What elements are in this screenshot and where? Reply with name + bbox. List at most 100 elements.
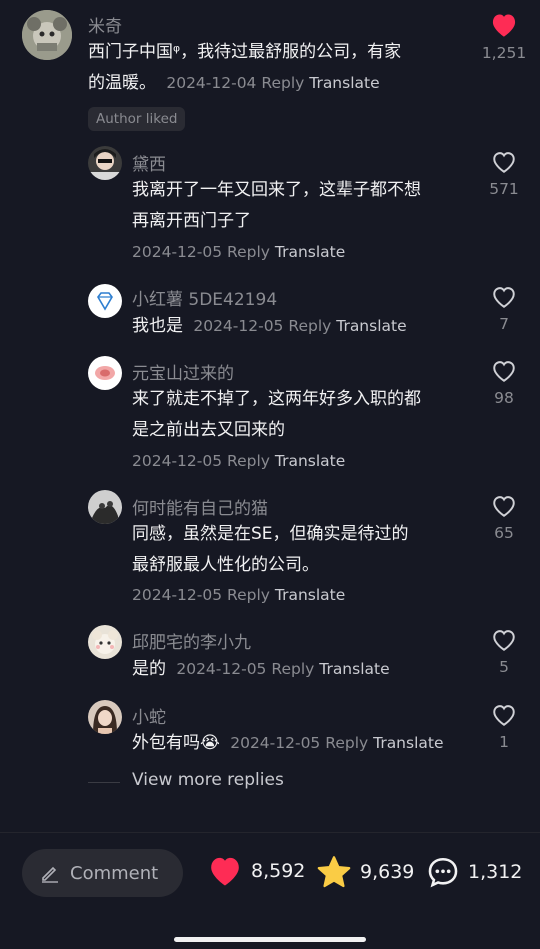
favorite-stat[interactable]: 9,639 xyxy=(316,855,414,889)
comment-date: 2024-12-05 xyxy=(132,452,223,470)
avatar[interactable] xyxy=(88,146,122,180)
comment-date: 2024-12-05 xyxy=(193,317,284,335)
comments-page: 米奇 西门子中国ᵠ，我待过最舒服的公司，有家 的温暖。 2024-12-04 R… xyxy=(0,0,540,949)
author-liked-badge: Author liked xyxy=(88,107,186,131)
comment-meta: 2024-12-05 Reply Translate xyxy=(225,734,443,752)
comment-line: 再离开西门子了 xyxy=(132,211,251,231)
comment-placeholder: Comment xyxy=(70,862,159,884)
like-count: 65 xyxy=(494,524,514,542)
comment-line-with-meta: 是的 2024-12-05 Reply Translate xyxy=(132,654,390,685)
heart-outline-icon[interactable] xyxy=(491,494,517,518)
comment-meta: 2024-12-05 Reply Translate xyxy=(132,452,345,470)
comment-line-with-meta: 我也是 2024-12-05 Reply Translate xyxy=(132,311,407,342)
heart-filled-icon xyxy=(211,857,239,886)
like-count: 5 xyxy=(499,658,509,676)
heart-filled-icon[interactable] xyxy=(490,12,518,38)
username[interactable]: 黛西 xyxy=(132,150,166,175)
avatar[interactable] xyxy=(88,356,122,390)
avatar[interactable] xyxy=(88,625,122,659)
comment-input[interactable]: Comment xyxy=(22,849,183,897)
username[interactable]: 小蛇 xyxy=(132,703,166,728)
like-column: 98 xyxy=(479,359,529,407)
comment-meta: 2024-12-05 Reply Translate xyxy=(171,660,389,678)
reply-button[interactable]: Reply xyxy=(227,452,270,470)
comment-meta: 2024-12-05 Reply Translate xyxy=(132,243,345,261)
avatar[interactable] xyxy=(88,490,122,524)
avatar[interactable] xyxy=(22,10,72,60)
comment-line: 外包有吗😭 xyxy=(132,733,220,753)
like-column: 7 xyxy=(479,285,529,333)
comment-text: 同感，虽然是在SE，但确实是待过的 最舒服最人性化的公司。 xyxy=(132,519,409,581)
comment-line: 最舒服最人性化的公司。 xyxy=(132,555,319,575)
like-count: 7 xyxy=(499,315,509,333)
star-icon xyxy=(317,856,351,888)
view-more-replies-button[interactable]: View more replies xyxy=(132,770,284,790)
reply-button[interactable]: Reply xyxy=(271,660,314,678)
comment-meta: 2024-12-05 Reply Translate xyxy=(132,586,345,604)
reply-button[interactable]: Reply xyxy=(227,243,270,261)
translate-button[interactable]: Translate xyxy=(275,452,345,470)
username[interactable]: 元宝山过来的 xyxy=(132,359,234,384)
comment-line: 我也是 xyxy=(132,316,183,336)
comment-date: 2024-12-05 xyxy=(132,586,223,604)
heart-outline-icon[interactable] xyxy=(491,703,517,727)
pencil-icon xyxy=(42,866,58,883)
comment-date: 2024-12-04 xyxy=(166,74,257,92)
comment-text: 我离开了一年又回来了，这辈子都不想 再离开西门子了 xyxy=(132,175,421,237)
like-total: 8,592 xyxy=(251,860,306,882)
like-count: 1,251 xyxy=(481,44,527,62)
comment-line: 是之前出去又回来的 xyxy=(132,420,285,440)
comment-text: 来了就走不掉了，这两年好多入职的都 是之前出去又回来的 xyxy=(132,384,421,446)
comment-meta: 2024-12-04 Reply Translate xyxy=(161,74,379,92)
translate-button[interactable]: Translate xyxy=(336,317,406,335)
comment-date: 2024-12-05 xyxy=(230,734,321,752)
comment-line: 是的 xyxy=(132,659,166,679)
translate-button[interactable]: Translate xyxy=(275,243,345,261)
username[interactable]: 邱肥宅的李小九 xyxy=(132,628,251,653)
like-stat[interactable]: 8,592 xyxy=(207,855,305,887)
home-indicator[interactable] xyxy=(174,937,366,942)
comment-total: 1,312 xyxy=(468,861,523,883)
comment-meta: 2024-12-05 Reply Translate xyxy=(188,317,406,335)
bottom-action-bar: Comment 8,592 9,639 1,312 xyxy=(0,832,540,949)
comment-line: 西门子中国ᵠ，我待过最舒服的公司，有家 xyxy=(88,42,402,62)
favorite-total: 9,639 xyxy=(360,861,415,883)
like-column: 571 xyxy=(479,150,529,198)
like-count: 1 xyxy=(499,733,509,751)
heart-outline-icon[interactable] xyxy=(491,150,517,174)
like-column: 5 xyxy=(479,628,529,676)
username[interactable]: 小红薯 5DE42194 xyxy=(132,285,277,310)
translate-button[interactable]: Translate xyxy=(319,660,389,678)
translate-button[interactable]: Translate xyxy=(309,74,379,92)
heart-outline-icon[interactable] xyxy=(491,285,517,309)
translate-button[interactable]: Translate xyxy=(275,586,345,604)
like-count: 571 xyxy=(489,180,519,198)
comment-line: 我离开了一年又回来了，这辈子都不想 xyxy=(132,180,421,200)
heart-outline-icon[interactable] xyxy=(491,628,517,652)
comment-line-with-meta: 外包有吗😭 2024-12-05 Reply Translate xyxy=(132,728,444,759)
comment-date: 2024-12-05 xyxy=(132,243,223,261)
comment-date: 2024-12-05 xyxy=(176,660,267,678)
heart-outline-icon[interactable] xyxy=(491,359,517,383)
like-column: 1,251 xyxy=(479,12,529,62)
divider xyxy=(88,782,120,783)
comment-stat[interactable]: 1,312 xyxy=(426,855,522,889)
comment-line: 来了就走不掉了，这两年好多入职的都 xyxy=(132,389,421,409)
comment-bubble-icon xyxy=(428,857,458,888)
comment-line: 同感，虽然是在SE，但确实是待过的 xyxy=(132,524,409,544)
comment-line: 的温暖。 xyxy=(88,73,156,93)
avatar[interactable] xyxy=(88,700,122,734)
reply-button[interactable]: Reply xyxy=(325,734,368,752)
comment-text: 西门子中国ᵠ，我待过最舒服的公司，有家 的温暖。 2024-12-04 Repl… xyxy=(88,37,401,99)
username[interactable]: 何时能有自己的猫 xyxy=(132,494,268,519)
like-column: 65 xyxy=(479,494,529,542)
reply-button[interactable]: Reply xyxy=(227,586,270,604)
username[interactable]: 米奇 xyxy=(88,12,122,37)
avatar[interactable] xyxy=(88,284,122,318)
like-count: 98 xyxy=(494,389,514,407)
reply-button[interactable]: Reply xyxy=(288,317,331,335)
translate-button[interactable]: Translate xyxy=(373,734,443,752)
like-column: 1 xyxy=(479,703,529,751)
reply-button[interactable]: Reply xyxy=(261,74,304,92)
comment-line-with-meta: 的温暖。 2024-12-04 Reply Translate xyxy=(88,68,401,99)
